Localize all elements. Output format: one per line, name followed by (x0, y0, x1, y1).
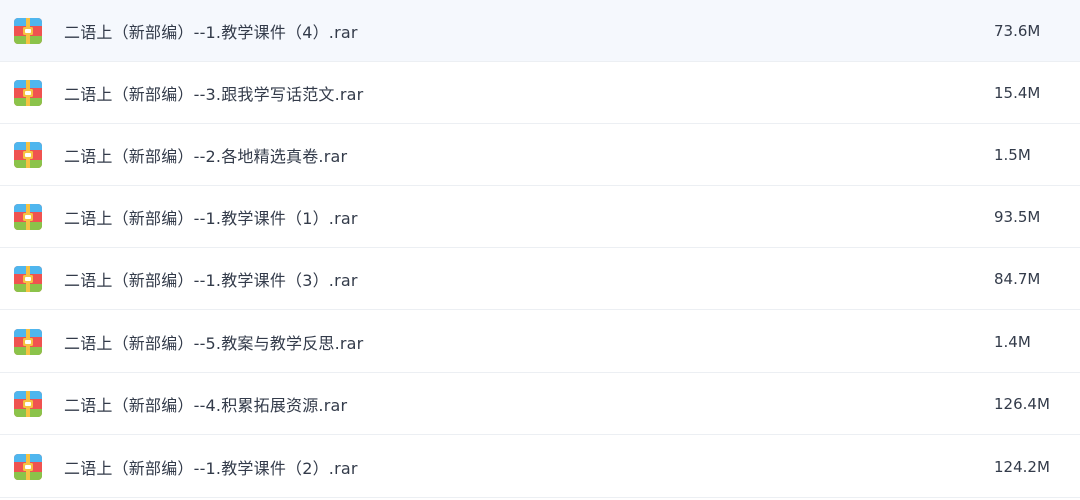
file-size: 15.4M (994, 83, 1041, 102)
file-name[interactable]: 二语上（新部编）--1.教学课件（3）.rar (64, 267, 358, 291)
file-name[interactable]: 二语上（新部编）--3.跟我学写话范文.rar (64, 81, 363, 105)
file-row[interactable]: 二语上（新部编）--3.跟我学写话范文.rar 15.4M (0, 62, 1080, 124)
rar-archive-icon (14, 453, 42, 480)
file-name[interactable]: 二语上（新部编）--1.教学课件（2）.rar (64, 455, 358, 479)
rar-archive-icon (14, 141, 42, 168)
file-size: 126.4M (994, 394, 1050, 413)
file-name[interactable]: 二语上（新部编）--5.教案与教学反思.rar (64, 330, 363, 354)
rar-archive-icon (14, 265, 42, 292)
rar-archive-icon (14, 79, 42, 106)
file-row[interactable]: 二语上（新部编）--1.教学课件（2）.rar 124.2M (0, 436, 1080, 498)
file-name[interactable]: 二语上（新部编）--4.积累拓展资源.rar (64, 392, 347, 416)
file-row[interactable]: 二语上（新部编）--1.教学课件（4）.rar 73.6M (0, 0, 1080, 62)
rar-archive-icon (14, 390, 42, 417)
file-name[interactable]: 二语上（新部编）--2.各地精选真卷.rar (64, 143, 347, 167)
rar-archive-icon (14, 328, 42, 355)
file-name[interactable]: 二语上（新部编）--1.教学课件（1）.rar (64, 205, 358, 229)
file-size: 84.7M (994, 269, 1041, 288)
file-size: 1.4M (994, 332, 1031, 351)
rar-archive-icon (14, 17, 42, 44)
file-list: 二语上（新部编）--1.教学课件（4）.rar 73.6M 二语上（新部编）--… (0, 0, 1080, 500)
file-size: 73.6M (994, 21, 1041, 40)
file-size: 93.5M (994, 207, 1041, 226)
file-name[interactable]: 二语上（新部编）--1.教学课件（4）.rar (64, 19, 358, 43)
rar-archive-icon (14, 203, 42, 230)
file-row[interactable]: 二语上（新部编）--1.教学课件（3）.rar 84.7M (0, 248, 1080, 310)
file-size: 1.5M (994, 145, 1031, 164)
file-row[interactable]: 二语上（新部编）--5.教案与教学反思.rar 1.4M (0, 311, 1080, 373)
file-size: 124.2M (994, 457, 1050, 476)
file-row[interactable]: 二语上（新部编）--2.各地精选真卷.rar 1.5M (0, 124, 1080, 186)
file-row[interactable]: 二语上（新部编）--4.积累拓展资源.rar 126.4M (0, 373, 1080, 435)
file-row[interactable]: 二语上（新部编）--1.教学课件（1）.rar 93.5M (0, 186, 1080, 248)
